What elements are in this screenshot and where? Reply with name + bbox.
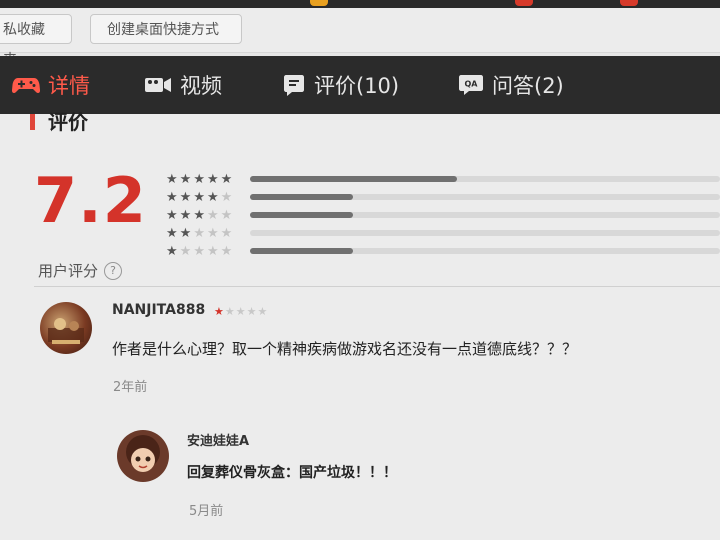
star-icon: ★ [179,189,192,205]
star-icon: ★ [166,207,178,223]
star-icon: ★ [206,207,219,223]
bookmark-button[interactable]: 私收藏夹 [0,14,72,68]
review-stars: ★ ★ ★ ★ ★ [214,305,267,318]
rating-bar-fill [250,212,353,218]
star-icon: ★ [193,171,205,187]
star-icon: ★ [220,243,233,259]
create-shortcut-button[interactable]: 创建桌面快捷方式 [90,14,242,44]
star-icon: ★ [166,189,178,205]
star-icon: ★ [220,207,233,223]
section-marker [30,114,35,130]
avatar-image [48,318,84,344]
star-icon: ★ [179,207,192,223]
page-toolbar: 私收藏夹 创建桌面快捷方式 [0,8,720,68]
reply-avatar[interactable] [117,430,169,482]
star-icon: ★ [193,189,205,205]
qa-icon: QA [458,73,484,97]
rating-row-stars: ★ ★ ★ ★ ★ [166,245,244,258]
star-icon: ★ [206,243,219,259]
star-icon: ★ [179,243,192,259]
star-icon: ★ [179,171,192,187]
star-icon: ★ [166,243,178,259]
tab-video[interactable]: 视频 [144,56,222,114]
rating-bar-track [250,176,720,182]
create-shortcut-button-label: 创建桌面快捷方式 [107,22,219,38]
rating-bar-track [250,230,720,236]
tab-details-label: 详情 [48,74,90,98]
review-time: 2年前 [113,380,148,395]
divider [34,286,720,287]
star-icon: ★ [220,171,233,187]
rating-bar-track [250,194,720,200]
rating-row-1-star: ★ ★ ★ ★ ★ [166,242,720,260]
star-icon: ★ [220,225,233,241]
top-strip-tab-marker [310,0,328,6]
browser-top-strip [0,0,720,8]
top-strip-tab-marker [620,0,638,6]
rating-row-5-star: ★ ★ ★ ★ ★ [166,170,720,188]
rating-bar-track [250,248,720,254]
star-icon: ★ [193,225,205,241]
tab-qa-label: 问答(2) [492,74,564,98]
rating-bar-track [250,212,720,218]
rating-row-4-star: ★ ★ ★ ★ ★ [166,188,720,206]
tab-qa[interactable]: QA 问答(2) [458,56,564,114]
avatar[interactable] [40,302,92,354]
rating-row-2-star: ★ ★ ★ ★ ★ [166,224,720,242]
review-username[interactable]: NANJITA888 [112,302,205,318]
user-score-label: 用户评分 [38,262,99,280]
review-text: 作者是什么心理？取一个精神疾病做游戏名还没有一点道德底线？？？ [112,340,578,358]
tab-video-label: 视频 [180,74,222,98]
gamepad-icon [12,75,40,95]
star-icon: ★ [246,305,257,318]
star-icon: ★ [206,225,219,241]
average-score: 7.2 [34,164,147,237]
tab-reviews-label: 评价(10) [314,74,400,98]
rating-row-stars: ★ ★ ★ ★ ★ [166,209,244,222]
section-title: 评价 [48,110,88,134]
star-icon: ★ [166,171,178,187]
rating-bar-fill [250,176,457,182]
rating-bar-fill [250,248,353,254]
star-icon: ★ [166,225,178,241]
star-icon: ★ [224,305,235,318]
rating-row-stars: ★ ★ ★ ★ ★ [166,227,244,240]
reply-avatar-image [126,435,160,472]
star-icon: ★ [206,171,219,187]
rating-bar-fill [250,194,353,200]
top-strip-tab-marker [515,0,533,6]
star-icon: ★ [179,225,192,241]
video-icon [144,75,172,95]
star-icon: ★ [193,243,205,259]
star-icon: ★ [193,207,205,223]
tab-reviews[interactable]: 评价(10) [282,56,399,114]
rating-row-stars: ★ ★ ★ ★ ★ [166,173,244,186]
star-icon: ★ [206,189,219,205]
reply-text: 回复葬仪骨灰盒：国产垃圾！！！ [187,465,397,481]
user-score-label-group: 用户评分 ? [38,260,123,281]
rating-row-stars: ★ ★ ★ ★ ★ [166,191,244,204]
reply-time: 5月前 [189,504,224,519]
svg-text:QA: QA [465,80,479,89]
star-icon: ★ [235,305,246,318]
review-icon [282,73,306,97]
star-icon: ★ [257,305,268,318]
reply-username[interactable]: 安迪娃娃A [187,430,249,449]
rating-row-3-star: ★ ★ ★ ★ ★ [166,206,720,224]
help-icon[interactable]: ? [104,261,123,280]
tab-bar: 详情 视频 评价(10) QA 问答(2) [0,56,720,114]
star-icon: ★ [214,305,224,318]
reviews-panel: 评价 7.2 ★ ★ ★ ★ ★ ★ ★ ★ ★ ★ ★ ★ ★ ★ ★ ★ ★ ★ ★ ★ ★ ★ ★ ★ ★ 用户评分 ? … [0,110,720,540]
star-icon: ★ [220,189,233,205]
